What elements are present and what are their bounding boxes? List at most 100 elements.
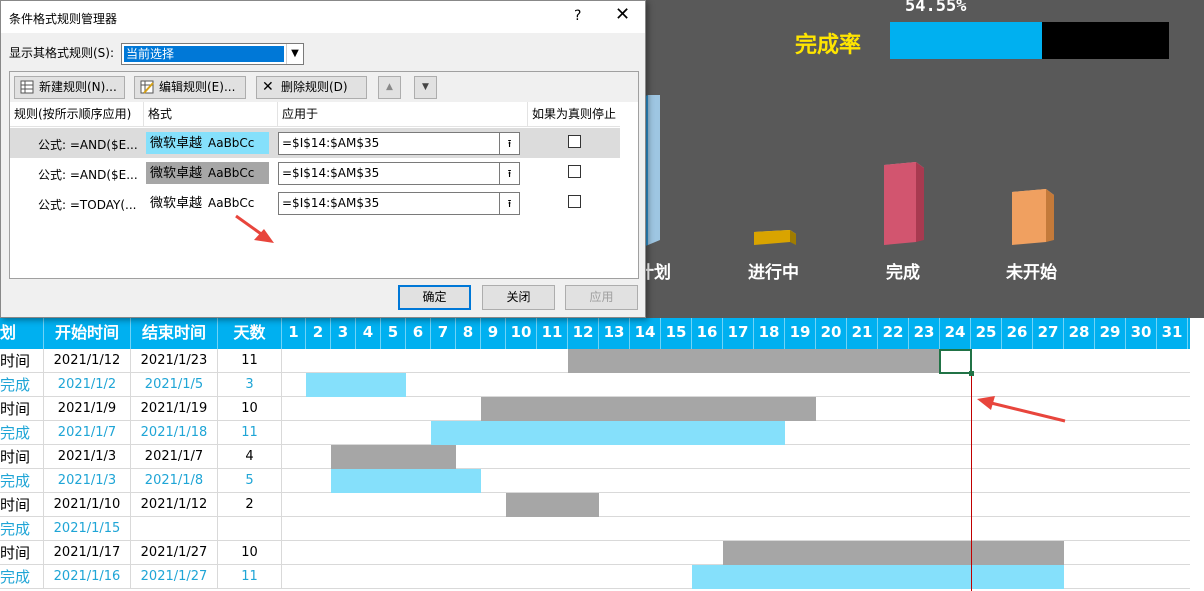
stop-if-true-checkbox[interactable]: [568, 165, 581, 178]
done-bar: [431, 421, 785, 445]
cell-days[interactable]: 5: [218, 469, 282, 493]
cell-c0[interactable]: 完成: [0, 517, 44, 541]
cell-end[interactable]: [131, 517, 218, 541]
stop-if-true-checkbox[interactable]: [568, 135, 581, 148]
cell-start[interactable]: 2021/1/15: [44, 517, 131, 541]
rules-toolbar: 新建规则(N)... 编辑规则(E)... ✕ 删除规则(D) ▲ ▼: [10, 72, 638, 102]
completion-bar-fill: [890, 22, 1043, 59]
cell-days[interactable]: 2: [218, 493, 282, 517]
cell-c0[interactable]: 时间: [0, 493, 44, 517]
move-up-button[interactable]: ▲: [378, 76, 401, 99]
rule-row[interactable]: 公式: =TODAY(... 微软卓越 AaBbCc =$I$14:$AM$35 ⭱: [10, 188, 620, 218]
cell-end[interactable]: 2021/1/27: [131, 565, 218, 589]
rule-row[interactable]: 公式: =AND($E... 微软卓越 AaBbCc =$I$14:$AM$35 ⭱: [10, 158, 620, 188]
day-header-18: 18: [754, 318, 785, 349]
cell-end[interactable]: 2021/1/7: [131, 445, 218, 469]
gantt-row[interactable]: 时间 2021/1/10 2021/1/12 2: [0, 493, 1190, 517]
applies-to-input[interactable]: =$I$14:$AM$35 ⭱: [278, 192, 520, 215]
cell-c0[interactable]: 时间: [0, 349, 44, 373]
cell-start[interactable]: 2021/1/12: [44, 349, 131, 373]
close-button[interactable]: 关闭: [482, 285, 555, 310]
cell-days[interactable]: [218, 517, 282, 541]
selected-cell[interactable]: [939, 349, 974, 376]
day-header-31: 31: [1157, 318, 1188, 349]
rule-format-preview: 微软卓越 AaBbCc: [146, 132, 269, 154]
delete-rule-label: 删除规则(D): [281, 80, 348, 94]
day-header-15: 15: [661, 318, 692, 349]
gantt-row[interactable]: 完成 2021/1/15: [0, 517, 1190, 541]
day-header-9: 9: [481, 318, 506, 349]
cell-c0[interactable]: 完成: [0, 421, 44, 445]
cell-days[interactable]: 11: [218, 421, 282, 445]
cell-c0[interactable]: 完成: [0, 565, 44, 589]
stop-if-true-checkbox[interactable]: [568, 195, 581, 208]
applies-to-input[interactable]: =$I$14:$AM$35 ⭱: [278, 132, 520, 155]
cell-days[interactable]: 11: [218, 565, 282, 589]
cell-start[interactable]: 2021/1/9: [44, 397, 131, 421]
show-rules-select[interactable]: 当前选择 ▼: [121, 43, 304, 65]
cell-end[interactable]: 2021/1/27: [131, 541, 218, 565]
move-down-button[interactable]: ▼: [414, 76, 437, 99]
cell-days[interactable]: 10: [218, 397, 282, 421]
cell-c0[interactable]: 完成: [0, 469, 44, 493]
cell-start[interactable]: 2021/1/17: [44, 541, 131, 565]
ok-button[interactable]: 确定: [398, 285, 471, 310]
cell-days[interactable]: 3: [218, 373, 282, 397]
done-bar: [331, 469, 481, 493]
col-format: 格式: [144, 102, 278, 127]
cell-days[interactable]: 11: [218, 349, 282, 373]
day-header-6: 6: [406, 318, 431, 349]
day-header-28: 28: [1064, 318, 1095, 349]
cell-end[interactable]: 2021/1/23: [131, 349, 218, 373]
applies-to-input[interactable]: =$I$14:$AM$35 ⭱: [278, 162, 520, 185]
gantt-row[interactable]: 时间 2021/1/17 2021/1/27 10: [0, 541, 1190, 565]
cell-days[interactable]: 10: [218, 541, 282, 565]
delete-rule-button[interactable]: ✕ 删除规则(D): [256, 76, 367, 99]
chevron-down-icon[interactable]: ▼: [286, 44, 303, 64]
close-icon[interactable]: ✕: [615, 4, 630, 25]
conditional-format-rules-manager-dialog[interactable]: 条件格式规则管理器 ? ✕ 显示其格式规则(S): 当前选择 ▼ 新建规则(N)…: [0, 0, 646, 318]
cell-start[interactable]: 2021/1/2: [44, 373, 131, 397]
collapse-range-icon[interactable]: ⭱: [499, 133, 519, 154]
day-header-3: 3: [331, 318, 356, 349]
cell-c0[interactable]: 时间: [0, 541, 44, 565]
cell-start[interactable]: 2021/1/16: [44, 565, 131, 589]
dialog-title-bar[interactable]: 条件格式规则管理器 ? ✕: [1, 1, 645, 33]
day-header-25: 25: [971, 318, 1002, 349]
col-stop-if-true: 如果为真则停止: [532, 107, 617, 121]
cell-c0[interactable]: 完成: [0, 373, 44, 397]
day-header-8: 8: [456, 318, 481, 349]
new-rule-button[interactable]: 新建规则(N)...: [14, 76, 125, 99]
cell-end[interactable]: 2021/1/5: [131, 373, 218, 397]
completion-percent: 54.55%: [905, 0, 967, 16]
collapse-range-icon[interactable]: ⭱: [499, 193, 519, 214]
cell-start[interactable]: 2021/1/10: [44, 493, 131, 517]
collapse-range-icon[interactable]: ⭱: [499, 163, 519, 184]
rule-formula: 公式: =AND($E...: [38, 168, 138, 182]
new-rule-icon: [20, 80, 34, 94]
edit-rule-button[interactable]: 编辑规则(E)...: [134, 76, 246, 99]
delete-icon: ✕: [262, 79, 274, 95]
cell-start[interactable]: 2021/1/3: [44, 469, 131, 493]
cell-end[interactable]: 2021/1/18: [131, 421, 218, 445]
day-header-24: 24: [940, 318, 971, 349]
gantt-row[interactable]: 时间 2021/1/12 2021/1/23 11: [0, 349, 1190, 373]
gantt-grid[interactable]: 划开始时间 结束时间 天数 1 2 3 4 5 6 7 8 9 10 11 12 13 14 15 16 17 18 19…: [0, 318, 1204, 591]
apply-button[interactable]: 应用: [565, 285, 638, 310]
cell-end[interactable]: 2021/1/12: [131, 493, 218, 517]
cell-start[interactable]: 2021/1/7: [44, 421, 131, 445]
cell-c0[interactable]: 时间: [0, 445, 44, 469]
gantt-row[interactable]: 完成 2021/1/2 2021/1/5 3: [0, 373, 1190, 397]
gantt-row[interactable]: 完成 2021/1/16 2021/1/27 11: [0, 565, 1190, 589]
cell-start[interactable]: 2021/1/3: [44, 445, 131, 469]
cell-days[interactable]: 4: [218, 445, 282, 469]
cell-c0[interactable]: 时间: [0, 397, 44, 421]
cell-end[interactable]: 2021/1/19: [131, 397, 218, 421]
rule-row[interactable]: 公式: =AND($E... 微软卓越 AaBbCc =$I$14:$AM$35 ⭱: [10, 128, 620, 158]
gantt-header-row: 划开始时间 结束时间 天数 1 2 3 4 5 6 7 8 9 10 11 12 13 14 15 16 17 18 19…: [0, 318, 1190, 349]
gantt-row[interactable]: 时间 2021/1/3 2021/1/7 4: [0, 445, 1190, 469]
cell-end[interactable]: 2021/1/8: [131, 469, 218, 493]
help-icon[interactable]: ?: [574, 8, 581, 24]
format-sample-cn: 微软卓越: [150, 136, 203, 151]
gantt-row[interactable]: 完成 2021/1/3 2021/1/8 5: [0, 469, 1190, 493]
